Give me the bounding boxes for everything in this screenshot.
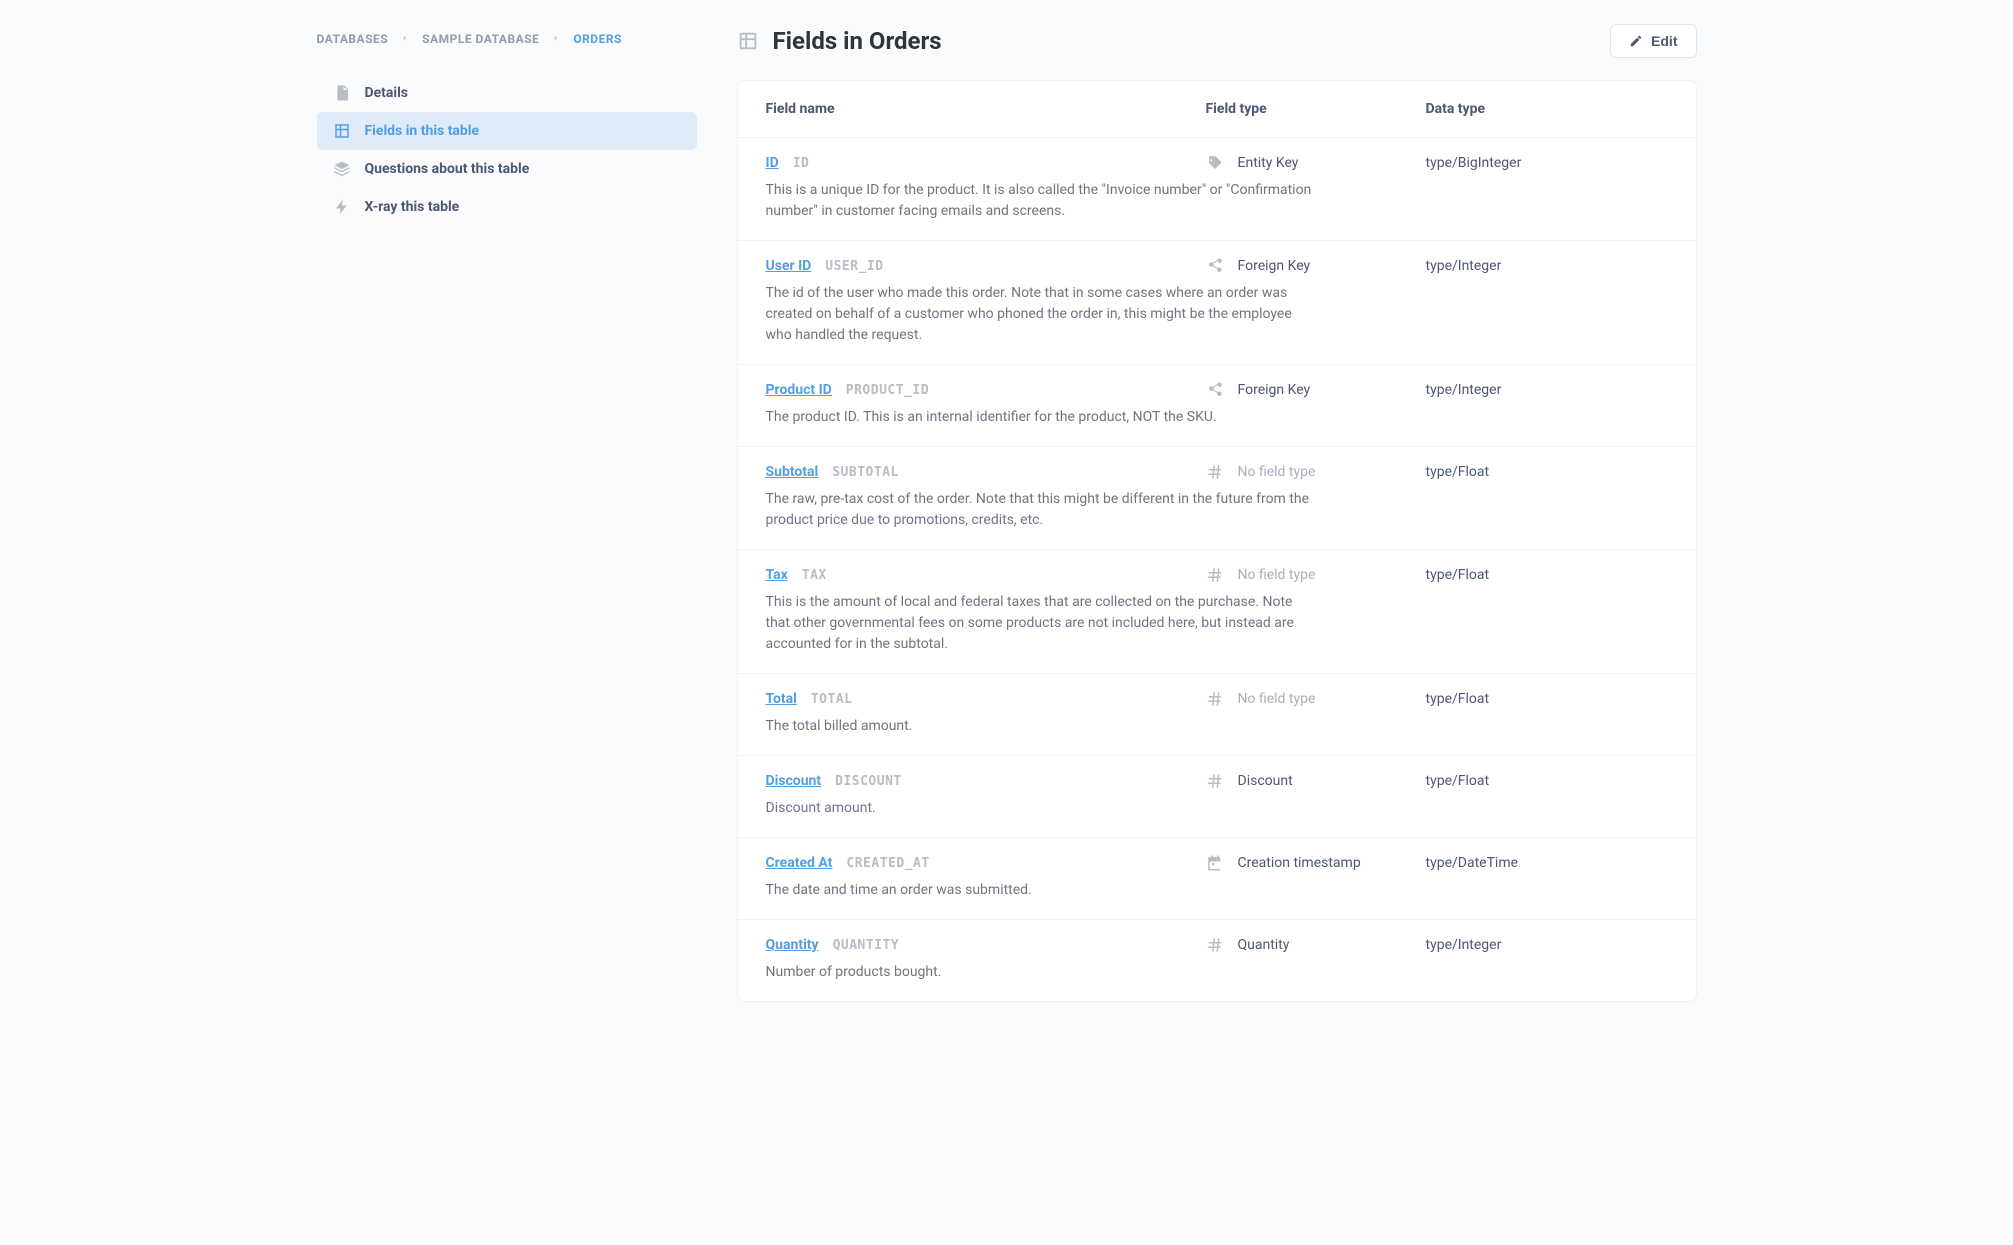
field-data-type: type/Float	[1426, 567, 1668, 583]
field-raw-name: QUANTITY	[833, 938, 900, 953]
field-data-type: type/Integer	[1426, 258, 1668, 274]
field-row: User ID USER_ID Foreign Key type/Integer The…	[738, 240, 1696, 364]
field-row: Product ID PRODUCT_ID Foreign Key type/Inte…	[738, 364, 1696, 446]
field-name[interactable]: Total	[766, 691, 797, 707]
field-name[interactable]: Discount	[766, 773, 822, 789]
column-header-name: Field name	[766, 101, 1206, 117]
field-type-label: Foreign Key	[1238, 382, 1311, 398]
field-row: Created At CREATED_AT Creation timestamp ty…	[738, 837, 1696, 919]
field-row: ID ID Entity Key type/BigInteger This is a u…	[738, 137, 1696, 240]
field-type-label: No field type	[1238, 567, 1316, 583]
field-description: This is a unique ID for the product. It …	[766, 180, 1316, 222]
chevron-right-icon	[551, 32, 561, 46]
field-description: Discount amount.	[766, 798, 1316, 819]
field-type-label: Foreign Key	[1238, 258, 1311, 274]
field-row: Subtotal SUBTOTAL No field type type/Float T…	[738, 446, 1696, 549]
field-raw-name: DISCOUNT	[835, 774, 902, 789]
breadcrumb-sample-database[interactable]: SAMPLE DATABASE	[422, 32, 539, 46]
page-title: Fields in Orders	[773, 27, 942, 55]
field-name[interactable]: Created At	[766, 855, 833, 871]
field-raw-name: ID	[793, 156, 810, 171]
field-type-label: No field type	[1238, 691, 1316, 707]
hash-icon	[1206, 566, 1224, 584]
field-name[interactable]: Tax	[766, 567, 788, 583]
field-data-type: type/DateTime	[1426, 855, 1668, 871]
edit-button[interactable]: Edit	[1610, 24, 1696, 58]
field-row: Tax TAX No field type type/Float This is the…	[738, 549, 1696, 673]
hash-icon	[1206, 936, 1224, 954]
column-header-type: Field type	[1206, 101, 1426, 117]
field-raw-name: PRODUCT_ID	[846, 383, 929, 398]
page-header: Fields in Orders Edit	[737, 20, 1697, 58]
table-icon	[333, 122, 351, 140]
field-type-label: Quantity	[1238, 937, 1290, 953]
field-type-label: Entity Key	[1238, 155, 1299, 171]
field-name[interactable]: Subtotal	[766, 464, 819, 480]
edit-button-label: Edit	[1651, 33, 1677, 49]
table-icon	[737, 30, 759, 52]
field-type-label: Discount	[1238, 773, 1293, 789]
sidebar-item-label: Fields in this table	[365, 123, 480, 139]
sidebar-item-details[interactable]: Details	[317, 74, 697, 112]
field-description: The raw, pre-tax cost of the order. Note…	[766, 489, 1316, 531]
hash-icon	[1206, 772, 1224, 790]
sidebar-item-label: X-ray this table	[365, 199, 460, 215]
field-data-type: type/Float	[1426, 691, 1668, 707]
bolt-icon	[333, 198, 351, 216]
hash-icon	[1206, 690, 1224, 708]
breadcrumb: DATABASES SAMPLE DATABASE ORDERS	[317, 32, 697, 46]
calendar-icon	[1206, 854, 1224, 872]
field-data-type: type/Float	[1426, 464, 1668, 480]
field-name[interactable]: Quantity	[766, 937, 819, 953]
share-icon	[1206, 381, 1224, 399]
field-name[interactable]: Product ID	[766, 382, 832, 398]
field-raw-name: USER_ID	[825, 259, 883, 274]
sidebar-item-xray[interactable]: X-ray this table	[317, 188, 697, 226]
field-description: This is the amount of local and federal …	[766, 592, 1316, 655]
field-data-type: type/Integer	[1426, 937, 1668, 953]
field-raw-name: TAX	[802, 568, 827, 583]
field-data-type: type/Integer	[1426, 382, 1668, 398]
chevron-right-icon	[400, 32, 410, 46]
field-type-label: Creation timestamp	[1238, 855, 1361, 871]
hash-icon	[1206, 463, 1224, 481]
field-description: The id of the user who made this order. …	[766, 283, 1316, 346]
sidebar-item-questions[interactable]: Questions about this table	[317, 150, 697, 188]
field-raw-name: CREATED_AT	[846, 856, 929, 871]
sidebar-item-label: Details	[365, 85, 409, 101]
sidebar-item-fields[interactable]: Fields in this table	[317, 112, 697, 150]
field-description: The date and time an order was submitted…	[766, 880, 1316, 901]
share-icon	[1206, 257, 1224, 275]
field-data-type: type/BigInteger	[1426, 155, 1668, 171]
pencil-icon	[1629, 34, 1643, 48]
breadcrumb-orders: ORDERS	[573, 32, 622, 46]
field-description: The total billed amount.	[766, 716, 1316, 737]
sidebar-item-label: Questions about this table	[365, 161, 530, 177]
field-description: Number of products bought.	[766, 962, 1316, 983]
breadcrumb-databases[interactable]: DATABASES	[317, 32, 389, 46]
field-raw-name: TOTAL	[811, 692, 853, 707]
fields-header-row: Field name Field type Data type	[738, 81, 1696, 137]
tag-icon	[1206, 154, 1224, 172]
field-name[interactable]: User ID	[766, 258, 812, 274]
field-description: The product ID. This is an internal iden…	[766, 407, 1316, 428]
fields-card: Field name Field type Data type ID ID Enti…	[737, 80, 1697, 1002]
sidebar-nav: Details Fields in this table Questions a…	[317, 74, 697, 226]
field-row: Discount DISCOUNT Discount type/Float Discou…	[738, 755, 1696, 837]
field-row: Quantity QUANTITY Quantity type/Integer Numb…	[738, 919, 1696, 1001]
field-raw-name: SUBTOTAL	[832, 465, 899, 480]
stack-icon	[333, 160, 351, 178]
field-data-type: type/Float	[1426, 773, 1668, 789]
field-row: Total TOTAL No field type type/Float The tot…	[738, 673, 1696, 755]
field-type-label: No field type	[1238, 464, 1316, 480]
column-header-data: Data type	[1426, 101, 1668, 117]
document-icon	[333, 84, 351, 102]
field-name[interactable]: ID	[766, 155, 779, 171]
